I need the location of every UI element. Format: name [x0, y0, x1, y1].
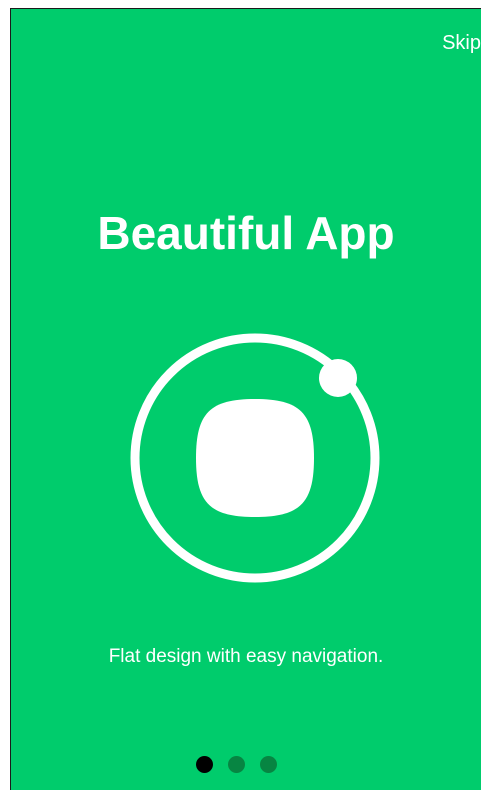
pager-dot-1[interactable]: [195, 756, 213, 773]
slide-title: Beautiful App: [97, 207, 395, 259]
logo-center-shape: [196, 399, 314, 517]
ionic-logo-icon: [130, 333, 380, 583]
pager-dot-3[interactable]: [259, 756, 277, 773]
slide-description: Flat design with easy navigation.: [108, 646, 384, 667]
skip-button[interactable]: Skip: [442, 31, 481, 55]
logo-orbit-dot: [319, 359, 357, 397]
pager-dots: [11, 756, 481, 773]
pager-dot-2[interactable]: [227, 756, 245, 773]
onboarding-slide: Skip Beautiful App Flat design with easy…: [10, 8, 481, 790]
